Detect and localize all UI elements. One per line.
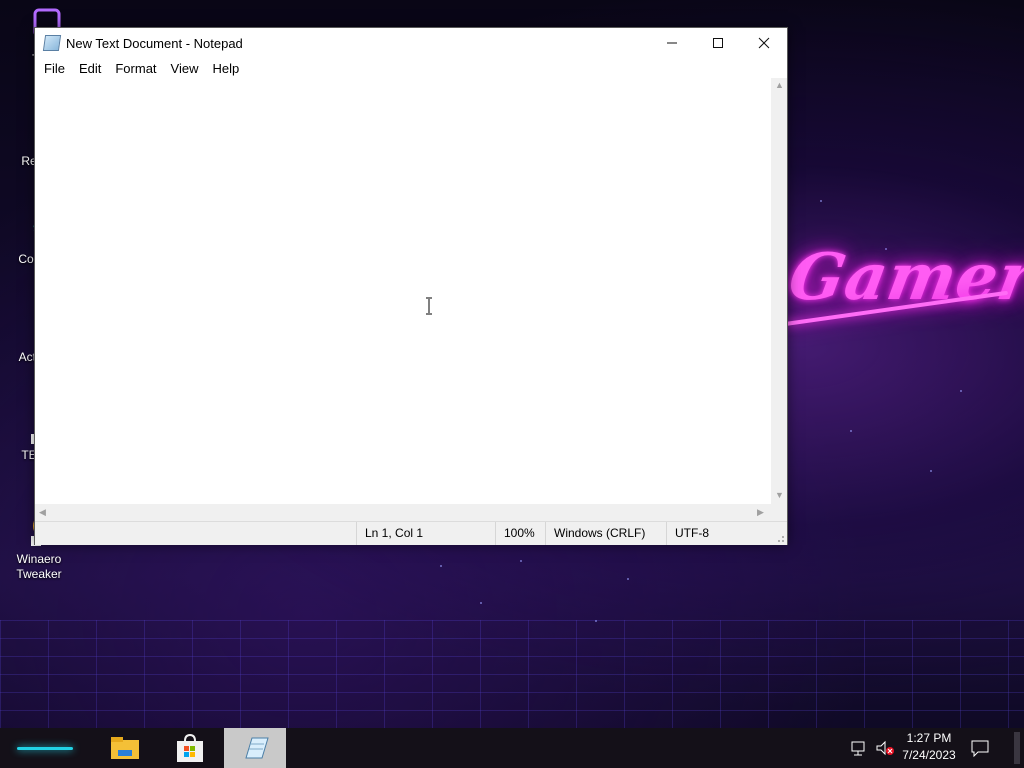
status-encoding: UTF-8 — [666, 522, 775, 545]
menu-help[interactable]: Help — [205, 61, 246, 76]
scroll-up-icon[interactable]: ▲ — [775, 80, 784, 90]
notepad-icon — [245, 737, 269, 759]
volume-tray[interactable] — [875, 728, 895, 768]
wallpaper-neon-text: Gamers. — [783, 240, 1024, 315]
desktop-icon-label: Winaero Tweaker — [16, 552, 62, 581]
scroll-right-icon[interactable]: ▶ — [757, 507, 764, 518]
minimize-icon — [667, 42, 677, 44]
microsoft-store-icon — [177, 733, 203, 762]
volume-muted-icon — [876, 740, 894, 756]
status-line-endings: Windows (CRLF) — [545, 522, 666, 545]
maximize-icon — [713, 38, 723, 48]
file-explorer-icon — [111, 737, 139, 759]
taskbar-microsoft-store[interactable] — [160, 728, 220, 768]
close-button[interactable] — [741, 28, 787, 58]
taskbar: 1:27 PM 7/24/2023 — [0, 728, 1024, 768]
wallpaper-grid — [0, 620, 1024, 730]
start-glow-icon — [17, 746, 73, 750]
menu-file[interactable]: File — [37, 61, 72, 76]
window-title: New Text Document - Notepad — [66, 35, 243, 51]
notepad-window: New Text Document - Notepad File Edit Fo… — [34, 27, 788, 545]
notepad-icon — [42, 35, 62, 51]
taskbar-clock[interactable]: 1:27 PM 7/24/2023 — [898, 730, 960, 764]
menu-view[interactable]: View — [164, 61, 206, 76]
scroll-left-icon[interactable]: ◀ — [39, 507, 46, 518]
maximize-button[interactable] — [695, 28, 741, 58]
clock-time: 1:27 PM — [906, 731, 952, 745]
scrollbar-corner — [771, 504, 787, 521]
action-center-button[interactable] — [970, 728, 990, 768]
scroll-down-icon[interactable]: ▼ — [775, 490, 784, 500]
taskbar-file-explorer[interactable] — [95, 728, 155, 768]
clock-date: 7/24/2023 — [902, 748, 956, 762]
menu-bar: File Edit Format View Help — [35, 58, 787, 78]
show-desktop-button[interactable] — [1014, 732, 1020, 764]
taskbar-notepad[interactable] — [224, 728, 286, 768]
text-editor-area[interactable] — [35, 78, 771, 504]
start-button[interactable] — [0, 728, 90, 768]
network-icon — [851, 741, 865, 756]
vertical-scrollbar[interactable]: ▲ ▼ — [771, 78, 787, 504]
ibeam-cursor-icon — [426, 297, 432, 315]
title-bar[interactable]: New Text Document - Notepad — [35, 28, 787, 58]
status-bar: Ln 1, Col 1 100% Windows (CRLF) UTF-8 — [35, 521, 787, 545]
status-zoom: 100% — [495, 522, 544, 545]
resize-grip-icon[interactable] — [775, 533, 785, 543]
close-icon — [758, 37, 770, 49]
horizontal-scrollbar[interactable]: ◀ ▶ — [35, 504, 771, 521]
status-position: Ln 1, Col 1 — [356, 522, 495, 545]
menu-edit[interactable]: Edit — [72, 61, 108, 76]
network-tray[interactable] — [850, 728, 868, 768]
menu-format[interactable]: Format — [108, 61, 163, 76]
minimize-button[interactable] — [649, 28, 695, 58]
notification-icon — [971, 740, 989, 757]
